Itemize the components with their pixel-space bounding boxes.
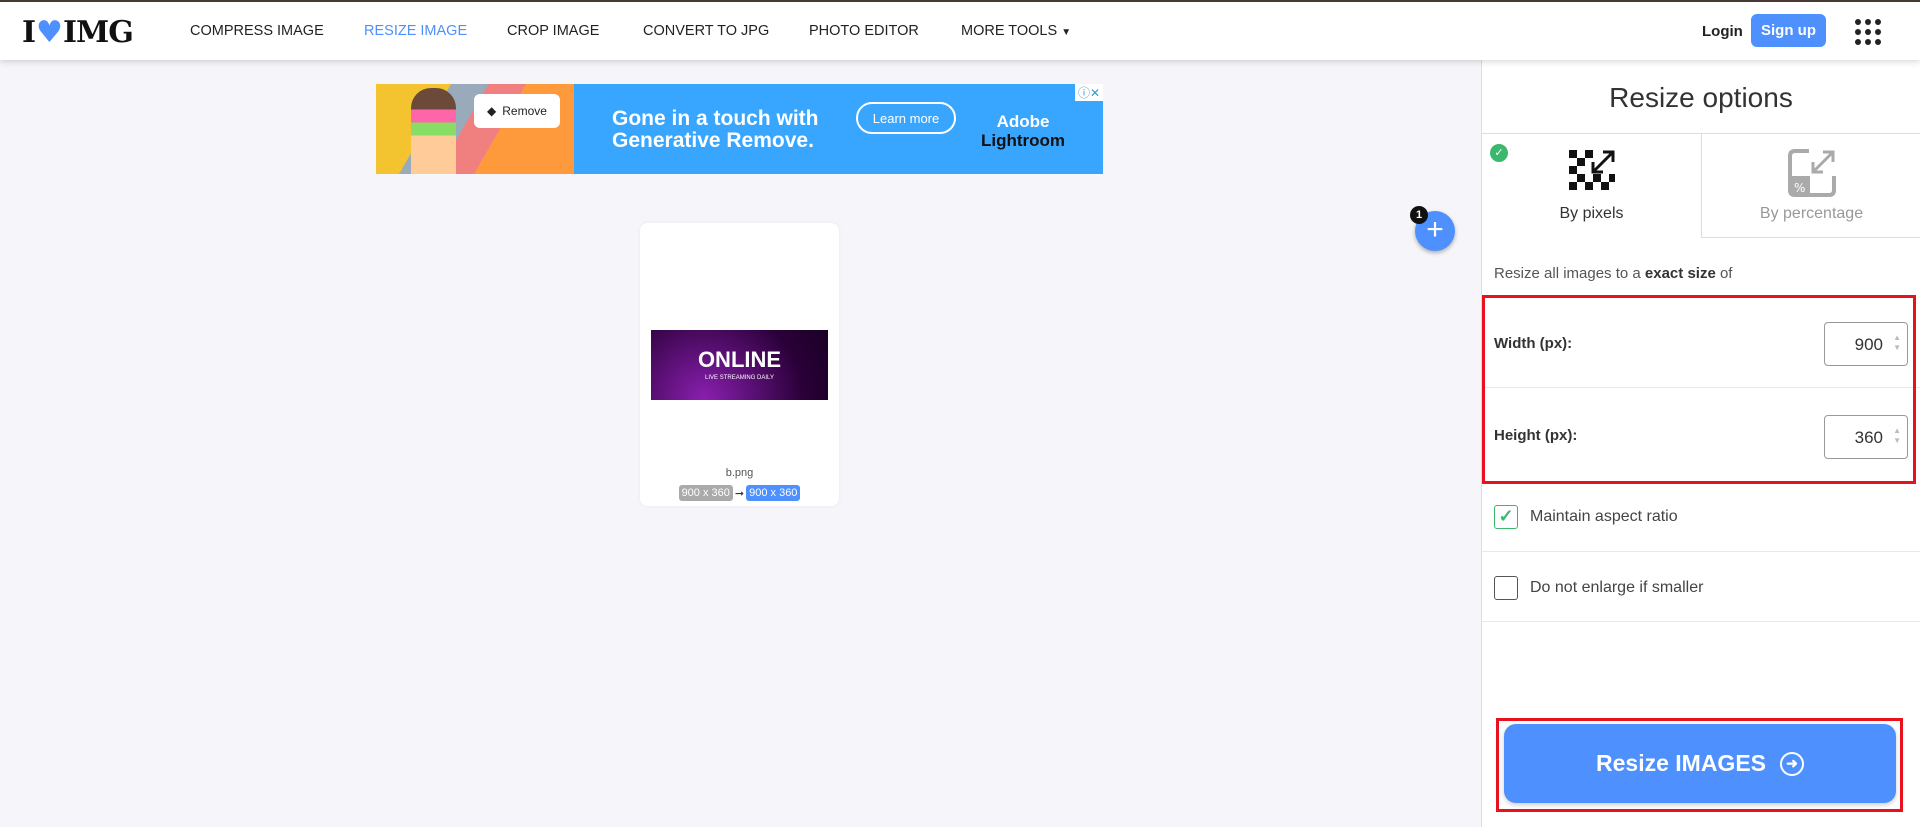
width-row: Width (px): 900 ▲ ▼ [1482,298,1920,388]
resize-instructions: Resize all images to a exact size of [1494,265,1732,282]
resize-options-panel: Resize options ✓ By pixels % By percenta… [1481,60,1920,827]
maintain-aspect-row[interactable]: ✓ Maintain aspect ratio [1482,484,1920,552]
tab-label: By pixels [1559,205,1624,222]
ad-learn-more-button[interactable]: Learn more [856,102,956,134]
intro-text: Resize all images to a [1494,265,1645,282]
heart-icon: ♥ [36,15,63,50]
resize-images-button[interactable]: Resize IMAGES ➜ [1504,724,1896,803]
nav-resize-image[interactable]: RESIZE IMAGE [364,23,467,39]
apps-grid-icon[interactable] [1855,19,1881,45]
width-value: 900 [1854,335,1883,354]
file-count-badge: 1 [1410,206,1428,224]
logo[interactable]: I ♥ IMG [22,15,134,50]
panel-title: Resize options [1609,82,1793,113]
no-enlarge-checkbox[interactable] [1494,576,1518,600]
ad-close-icon[interactable]: ⓘ✕ [1074,84,1103,101]
height-input[interactable]: 360 ▲ ▼ [1824,415,1908,459]
ad-headline: Gone in a touch with Generative Remove. [612,108,819,152]
no-enlarge-label: Do not enlarge if smaller [1530,579,1704,596]
thumbnail-title: ONLINE [697,347,782,372]
spinner-icon[interactable]: ▲ ▼ [1893,426,1901,446]
thumbnail-subtitle: LIVE STREAMING DAILY [705,375,774,381]
svg-text:%: % [1794,181,1805,195]
height-value: 360 [1854,428,1883,447]
file-thumbnail: ONLINE LIVE STREAMING DAILY [651,330,828,400]
maintain-aspect-checkbox[interactable]: ✓ [1494,505,1518,529]
percentage-resize-icon: % [1787,149,1836,197]
caret-down-icon: ▼ [1061,27,1072,38]
original-size-badge: 900 x 360 [678,485,733,501]
ad-brand-1: Adobe [996,112,1050,131]
width-input[interactable]: 900 ▲ ▼ [1824,322,1908,366]
top-nav: I ♥ IMG COMPRESS IMAGE RESIZE IMAGE CROP I… [0,2,1920,60]
maintain-aspect-label: Maintain aspect ratio [1530,508,1678,525]
file-card[interactable]: ONLINE LIVE STREAMING DAILY b.png 900 x … [640,223,839,506]
nav-crop-image[interactable]: CROP IMAGE [507,23,599,39]
intro-text-end: of [1715,265,1733,282]
size-badges: 900 x 360 ➞ 900 x 360 [640,485,839,501]
tab-by-percentage[interactable]: % By percentage [1701,134,1920,238]
more-tools-label: MORE TOOLS [961,23,1058,39]
tab-by-pixels[interactable]: ✓ By pixels [1482,134,1701,238]
pixels-resize-icon [1568,150,1615,190]
spinner-icon[interactable]: ▲ ▼ [1893,333,1901,353]
eraser-icon: ◆ [487,104,497,118]
arrow-circle-right-icon: ➜ [1780,751,1804,776]
ad-remove-chip: ◆ Remove [474,94,560,128]
file-name: b.png [725,467,754,479]
nav-compress-image[interactable]: COMPRESS IMAGE [190,23,324,39]
advertisement-banner[interactable]: ◆ Remove Gone in a touch with Generative R… [376,84,1103,174]
ad-remove-label: Remove [502,104,547,118]
intro-bold: exact size [1644,265,1716,282]
resize-button-label: Resize IMAGES [1596,750,1766,776]
no-enlarge-row[interactable]: Do not enlarge if smaller [1482,552,1920,622]
selected-check-icon: ✓ [1490,144,1508,162]
ad-brand: Adobe Lightroom [981,112,1065,150]
arrow-right-icon: ➞ [734,487,745,500]
width-label: Width (px): [1494,335,1573,352]
new-size-badge: 900 x 360 [746,485,801,501]
ad-headline-line2: Generative Remove. [612,129,814,152]
ad-headline-line1: Gone in a touch with [612,107,819,130]
login-link[interactable]: Login [1702,23,1743,40]
tab-label: By percentage [1759,205,1864,222]
ad-brand-2: Lightroom [981,131,1066,150]
resize-mode-tabs: ✓ By pixels % By percentage [1482,133,1920,238]
height-label: Height (px): [1494,427,1578,444]
nav-convert-to-jpg[interactable]: CONVERT TO JPG [643,23,769,39]
nav-photo-editor[interactable]: PHOTO EDITOR [809,23,919,39]
signup-button[interactable]: Sign up [1751,14,1826,47]
nav-more-tools[interactable]: MORE TOOLS ▼ [961,23,1071,39]
